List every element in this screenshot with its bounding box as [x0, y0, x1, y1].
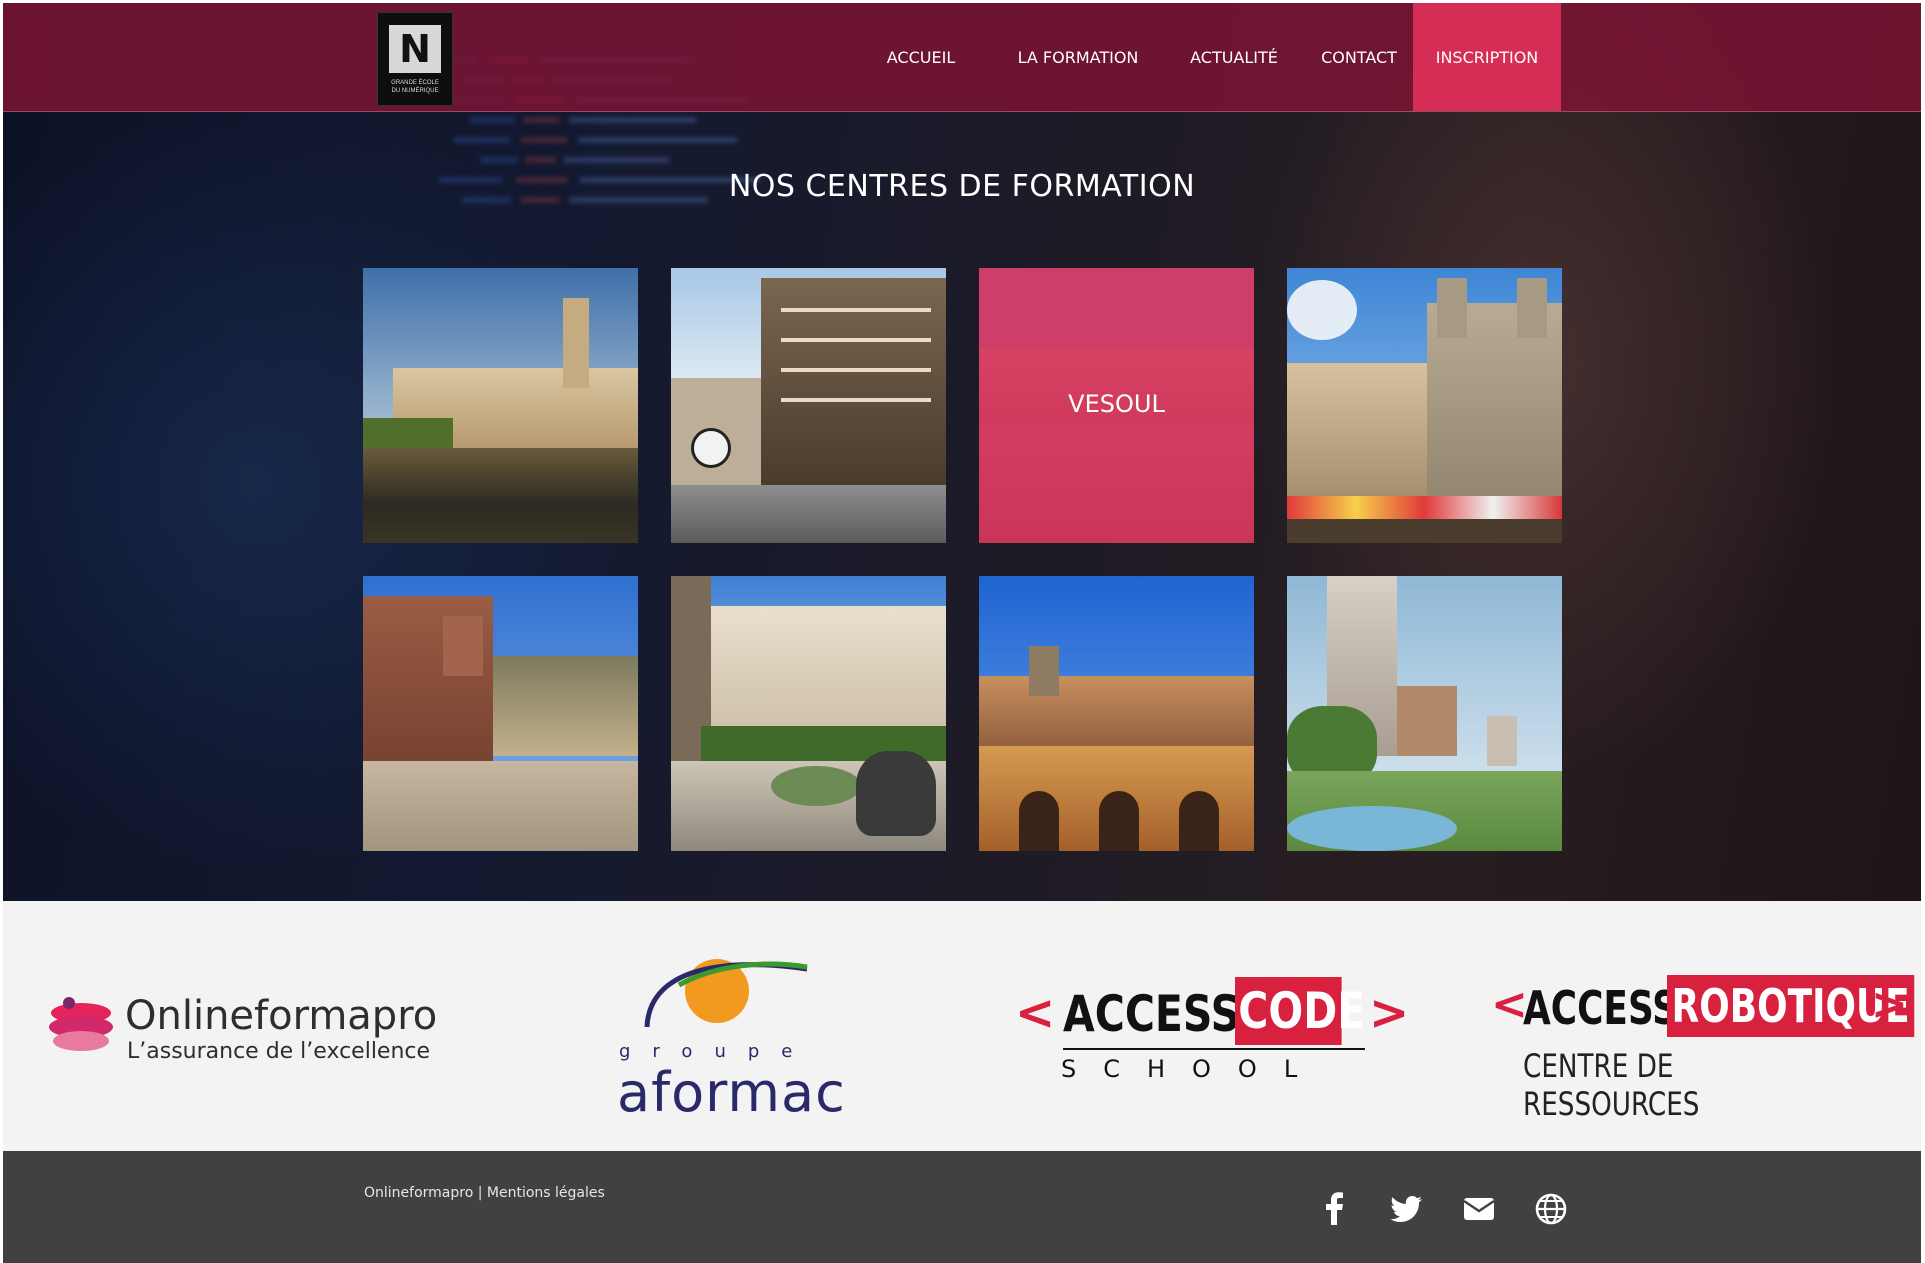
centre-tile-2[interactable]	[671, 268, 946, 543]
access-code-right-chevron-icon: >	[1369, 985, 1410, 1041]
centre-tile-4[interactable]	[1287, 268, 1562, 543]
centre-label-3: VESOUL	[1068, 390, 1165, 418]
aformac-prefix: groupe	[619, 1041, 815, 1062]
access-robotique-right-chevron-icon: >	[1871, 979, 1908, 1030]
access-code-left-chevron-icon: <	[1015, 985, 1056, 1041]
logo-subtitle-line1: GRANDE ÉCOLE	[391, 80, 439, 86]
centre-tile-5[interactable]	[363, 576, 638, 851]
logo-subtitle-line2: DU NUMÉRIQUE	[391, 88, 439, 94]
hero-overlay	[3, 3, 1921, 901]
nav-accueil[interactable]: ACCUEIL	[871, 3, 971, 111]
centre-tile-7[interactable]	[979, 576, 1254, 851]
access-code-word1: ACCESS	[1063, 985, 1241, 1043]
aformac-logo-icon	[644, 959, 808, 1028]
site-logo[interactable]: N GRANDE ÉCOLE DU NUMÉRIQUE	[377, 12, 453, 106]
footer-legal-link[interactable]: Mentions légales	[487, 1185, 605, 1201]
nav-inscription[interactable]: INSCRIPTION	[1413, 3, 1561, 111]
navbar: N GRANDE ÉCOLE DU NUMÉRIQUE ACCUEIL LA F…	[3, 3, 1921, 112]
access-robotique-word1: ACCESS	[1523, 981, 1679, 1035]
nav-la-formation[interactable]: LA FORMATION	[1005, 3, 1151, 111]
access-code-sub: SCHOOL	[1061, 1055, 1325, 1083]
footer: Onlineformapro | Mentions légales	[3, 1151, 1921, 1263]
section-title: NOS CENTRES DE FORMATION	[728, 169, 1196, 204]
footer-links: Onlineformapro | Mentions légales	[364, 1185, 605, 1201]
logo-subtitle: GRANDE ÉCOLE DU NUMÉRIQUE	[378, 79, 452, 95]
centre-tile-8[interactable]	[1287, 576, 1562, 851]
access-code-divider	[1063, 1048, 1365, 1050]
hero-section: N GRANDE ÉCOLE DU NUMÉRIQUE ACCUEIL LA F…	[3, 3, 1921, 901]
onlineformapro-swirl-icon	[49, 997, 113, 1051]
centre-tile-6[interactable]	[671, 576, 946, 851]
aformac-name: aformac	[617, 1061, 846, 1124]
page: N GRANDE ÉCOLE DU NUMÉRIQUE ACCUEIL LA F…	[3, 3, 1921, 1263]
centre-tile-3[interactable]: VESOUL	[979, 268, 1254, 543]
centre-tile-1[interactable]	[363, 268, 638, 543]
nav-contact[interactable]: CONTACT	[1309, 3, 1409, 111]
envelope-icon[interactable]	[1461, 1191, 1497, 1227]
nav-actualite[interactable]: ACTUALITÉ	[1179, 3, 1289, 111]
partners-section: Onlineformapro L’assurance de l’excellen…	[3, 901, 1921, 1151]
facebook-icon[interactable]	[1317, 1191, 1353, 1227]
access-code-word2: CODE	[1235, 977, 1365, 1045]
twitter-icon[interactable]	[1389, 1191, 1425, 1227]
globe-icon[interactable]	[1533, 1191, 1569, 1227]
onlineformapro-name: Onlineformapro	[125, 993, 438, 1039]
logo-letter: N	[389, 25, 441, 73]
footer-brand-link[interactable]: Onlineformapro	[364, 1185, 473, 1201]
onlineformapro-tagline: L’assurance de l’excellence	[127, 1039, 431, 1064]
footer-separator: |	[477, 1185, 483, 1201]
access-robotique-sub: CENTRE DE RESSOURCES	[1523, 1047, 1700, 1123]
